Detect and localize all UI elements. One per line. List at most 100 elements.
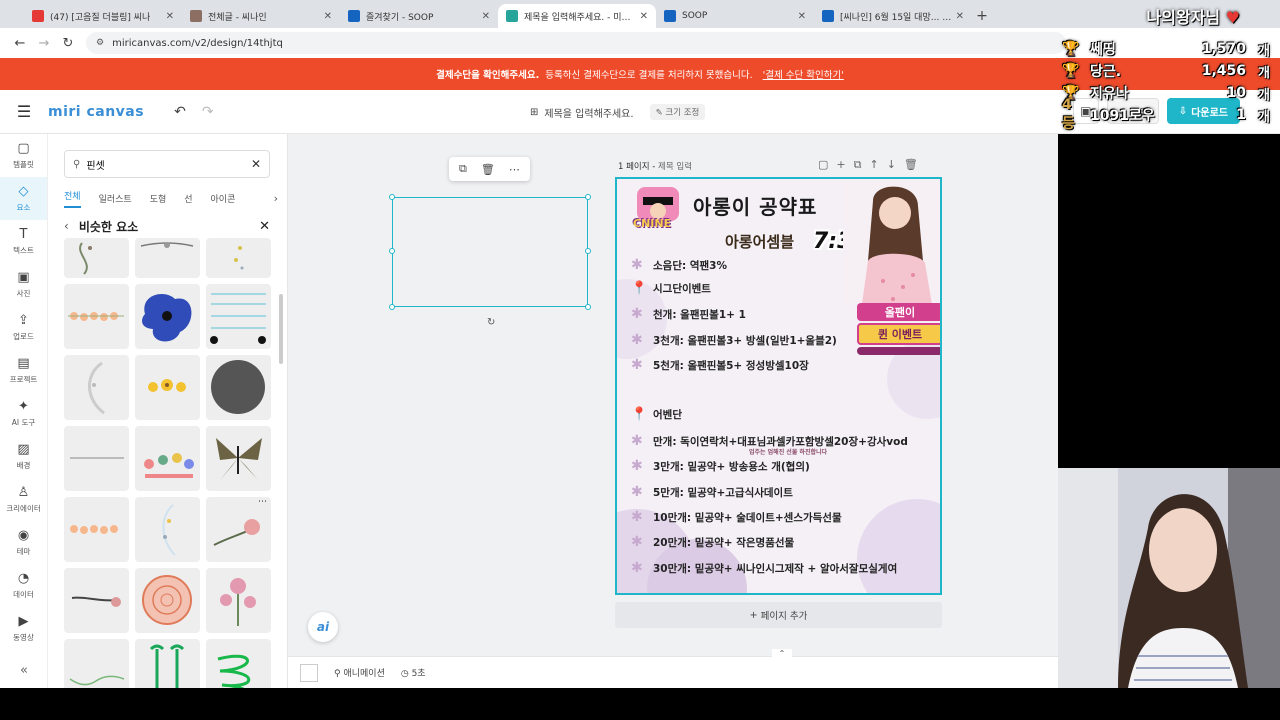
element-tile[interactable] bbox=[64, 426, 129, 491]
search-input[interactable] bbox=[86, 158, 251, 170]
delete-page-icon[interactable]: 🗑 bbox=[904, 158, 918, 172]
panel-scrollbar[interactable] bbox=[279, 294, 283, 364]
rail-item-upload[interactable]: ⇪ 업로드 bbox=[0, 306, 47, 349]
element-tile[interactable] bbox=[135, 497, 200, 562]
ai-assistant-button[interactable]: ai bbox=[308, 612, 338, 642]
element-tile[interactable] bbox=[64, 497, 129, 562]
element-tile[interactable] bbox=[206, 639, 271, 688]
resize-handle[interactable] bbox=[585, 194, 591, 200]
doc-title[interactable]: 제목을 입력해주세요. bbox=[544, 105, 633, 120]
rail-item-project[interactable]: ▤ 프로젝트 bbox=[0, 349, 47, 392]
tab-close-icon[interactable]: ✕ bbox=[640, 11, 648, 22]
resize-button[interactable]: ✎ 크기 조정 bbox=[649, 104, 706, 120]
element-tile[interactable] bbox=[135, 639, 200, 688]
category-next-icon[interactable]: › bbox=[274, 192, 278, 205]
element-tile[interactable] bbox=[206, 426, 271, 491]
duration-button[interactable]: ◷ 5초 bbox=[401, 666, 426, 679]
rail-item-data[interactable]: ◔ 데이터 bbox=[0, 564, 47, 607]
tab-close-icon[interactable]: ✕ bbox=[798, 11, 806, 22]
undo-icon[interactable]: ↶ bbox=[174, 104, 186, 120]
tab-close-icon[interactable]: ✕ bbox=[956, 11, 964, 22]
doc-folder-icon[interactable]: ⊞ bbox=[530, 107, 538, 118]
rail-item-photo[interactable]: ▣ 사진 bbox=[0, 263, 47, 306]
rail-item-creator[interactable]: ♙ 크리에이터 bbox=[0, 478, 47, 521]
element-tile[interactable] bbox=[135, 426, 200, 491]
resize-handle[interactable] bbox=[585, 248, 591, 254]
page-thumbnail[interactable] bbox=[300, 663, 318, 682]
redo-icon[interactable]: ↷ bbox=[202, 104, 214, 120]
element-tile[interactable] bbox=[135, 238, 200, 278]
animation-button[interactable]: ⚲ 애니메이션 bbox=[334, 666, 385, 679]
browser-tab[interactable]: SOOP ✕ bbox=[656, 4, 814, 28]
page-title-input[interactable]: 제목 입력 bbox=[658, 162, 692, 172]
rail-item-background[interactable]: ▨ 배경 bbox=[0, 435, 47, 478]
category-tab[interactable]: 도형 bbox=[150, 192, 167, 205]
clear-search-icon[interactable]: ✕ bbox=[251, 157, 261, 171]
tab-title: 제목을 입력해주세요. - 미리캔 bbox=[524, 12, 636, 23]
rail-item-text[interactable]: T 텍스트 bbox=[0, 220, 47, 263]
element-tile[interactable] bbox=[64, 568, 129, 633]
browser-tab[interactable]: (47) [고음질 더블링] 씨나 ✕ bbox=[24, 4, 182, 28]
poster-line-text: 3천개: 올팬핀볼3+ 방셀(일반1+올블2) bbox=[653, 334, 837, 347]
browser-tab[interactable]: 즐겨찾기 - SOOP ✕ bbox=[340, 4, 498, 28]
category-tab[interactable]: 아이콘 bbox=[211, 192, 236, 205]
new-tab-icon[interactable]: + bbox=[972, 4, 992, 28]
rotate-handle-icon[interactable]: ↻ bbox=[487, 317, 495, 328]
move-up-icon[interactable]: ↑ bbox=[869, 158, 878, 172]
resize-handle[interactable] bbox=[585, 304, 591, 310]
tab-close-icon[interactable]: ✕ bbox=[482, 11, 490, 22]
element-tile[interactable] bbox=[206, 568, 271, 633]
reload-icon[interactable]: ↻ bbox=[56, 36, 80, 51]
element-tile[interactable] bbox=[64, 355, 129, 420]
element-tile[interactable] bbox=[206, 238, 271, 278]
cnine-badge-text: CNINE bbox=[633, 217, 672, 230]
design-page[interactable]: CNINE 아롱이 공약표 아롱어셈블 7:34 올팬이 퀸 이벤트 ✱ 소음단:… bbox=[615, 177, 942, 595]
delete-element-icon[interactable]: 🗑 bbox=[481, 163, 495, 176]
expand-pages-icon[interactable]: ⌃ bbox=[772, 649, 792, 659]
tab-close-icon[interactable]: ✕ bbox=[166, 11, 174, 22]
tab-close-icon[interactable]: ✕ bbox=[324, 11, 332, 22]
more-element-options-icon[interactable]: ⋯ bbox=[509, 163, 520, 176]
category-tab[interactable]: 선 bbox=[184, 192, 192, 205]
menu-icon[interactable]: ☰ bbox=[0, 102, 48, 121]
element-tile[interactable]: ⋯ bbox=[206, 497, 271, 562]
rail-item-video[interactable]: ▶ 동영상 bbox=[0, 607, 47, 650]
close-similar-icon[interactable]: ✕ bbox=[259, 219, 270, 234]
collapse-rail-icon[interactable]: « bbox=[0, 663, 48, 678]
element-tile[interactable] bbox=[206, 355, 271, 420]
element-tile[interactable] bbox=[135, 568, 200, 633]
warning-link[interactable]: '결제 수단 확인하기' bbox=[763, 67, 844, 81]
element-tile[interactable] bbox=[206, 284, 271, 349]
page-memo-icon[interactable]: ▢ bbox=[818, 158, 828, 172]
back-chevron-icon[interactable]: ‹ bbox=[64, 219, 69, 233]
duplicate-page-icon[interactable]: ⧉ bbox=[854, 158, 862, 172]
selected-element-box[interactable]: ↻ bbox=[389, 194, 591, 328]
move-down-icon[interactable]: ↓ bbox=[887, 158, 896, 172]
url-field[interactable]: ⚙ miricanvas.com/v2/design/14thjtq bbox=[86, 32, 1066, 54]
site-info-icon[interactable]: ⚙ bbox=[96, 38, 104, 48]
browser-tab[interactable]: 전체글 - 씨나인 ✕ bbox=[182, 4, 340, 28]
rail-item-theme[interactable]: ◉ 테마 bbox=[0, 521, 47, 564]
more-options-icon[interactable]: ⋯ bbox=[258, 497, 267, 507]
add-page-button[interactable]: + 페이지 추가 bbox=[615, 602, 942, 628]
element-tile[interactable] bbox=[135, 284, 200, 349]
browser-tab[interactable]: 제목을 입력해주세요. - 미리캔 ✕ bbox=[498, 4, 656, 28]
browser-tab[interactable]: [씨나인] 6월 15일 대망... | SOO ✕ bbox=[814, 4, 972, 28]
duplicate-element-icon[interactable]: ⧉ bbox=[459, 162, 467, 176]
rail-item-elements[interactable]: ◇ 요소 bbox=[0, 177, 47, 220]
element-tile[interactable] bbox=[64, 639, 129, 688]
element-tile[interactable] bbox=[135, 355, 200, 420]
category-tab[interactable]: 일러스트 bbox=[99, 192, 132, 205]
rail-item-template[interactable]: ▢ 템플릿 bbox=[0, 134, 47, 177]
rail-item-ai-tools[interactable]: ✦ AI 도구 bbox=[0, 392, 47, 435]
back-icon[interactable]: ← bbox=[8, 36, 32, 51]
resize-handle[interactable] bbox=[389, 248, 395, 254]
resize-handle[interactable] bbox=[389, 304, 395, 310]
forward-icon[interactable]: → bbox=[32, 36, 56, 51]
element-tile[interactable] bbox=[64, 238, 129, 278]
app-logo[interactable]: miri canvas bbox=[48, 104, 144, 120]
add-page-icon[interactable]: + bbox=[836, 158, 845, 172]
resize-handle[interactable] bbox=[389, 194, 395, 200]
category-tab[interactable]: 전체 bbox=[64, 189, 81, 208]
element-tile[interactable] bbox=[64, 284, 129, 349]
